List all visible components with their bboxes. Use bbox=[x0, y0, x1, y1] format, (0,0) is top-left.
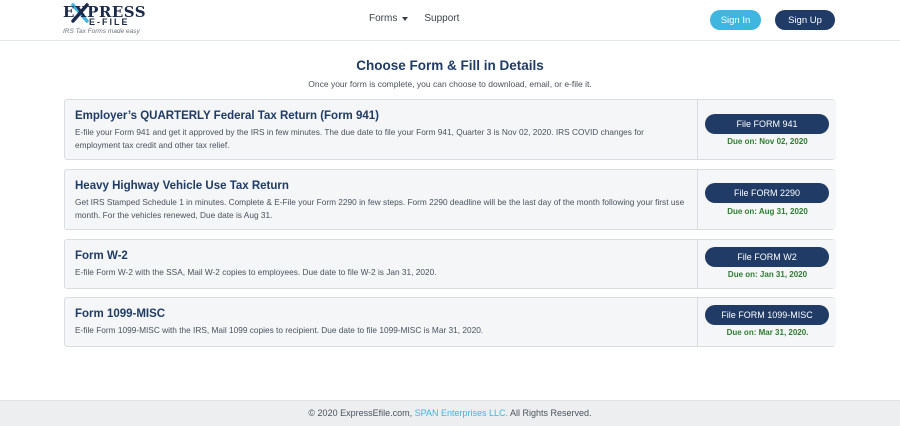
nav-forms-label: Forms bbox=[369, 13, 398, 24]
form-card-actions: File FORM 2290 Due on: Aug 31, 2020 bbox=[697, 170, 836, 229]
file-form-w2-button[interactable]: File FORM W2 bbox=[705, 247, 829, 267]
form-card-info: Heavy Highway Vehicle Use Tax Return Get… bbox=[65, 170, 697, 229]
form-card-actions: File FORM 941 Due on: Nov 02, 2020 bbox=[697, 100, 836, 159]
form-card-title: Form W-2 bbox=[75, 250, 128, 262]
due-date-label: Due on: Jan 31, 2020 bbox=[727, 270, 808, 279]
form-card-description: Get IRS Stamped Schedule 1 in minutes. C… bbox=[75, 197, 685, 220]
form-card-info: Form 1099-MISC E-file Form 1099-MISC wit… bbox=[65, 298, 697, 346]
form-card-title: Heavy Highway Vehicle Use Tax Return bbox=[75, 180, 289, 192]
footer-copyright: © 2020 ExpressEfile.com, bbox=[308, 408, 413, 418]
form-card-description: E-file Form 1099-MISC with the IRS, Mail… bbox=[75, 325, 484, 335]
form-card-info: Employer’s QUARTERLY Federal Tax Return … bbox=[65, 100, 697, 159]
page-footer: © 2020 ExpressEfile.com, SPAN Enterprise… bbox=[0, 400, 900, 426]
footer-rights: All Rights Reserved. bbox=[510, 408, 592, 418]
page-title: Choose Form & Fill in Details bbox=[356, 58, 544, 73]
form-card-actions: File FORM W2 Due on: Jan 31, 2020 bbox=[697, 240, 836, 288]
form-card-1099-misc: Form 1099-MISC E-file Form 1099-MISC wit… bbox=[64, 297, 836, 347]
sign-up-button[interactable]: Sign Up bbox=[775, 10, 835, 30]
top-header: EXPRESS E-FILE IRS Tax Forms made easy F… bbox=[0, 0, 900, 41]
nav-support-label: Support bbox=[424, 13, 460, 24]
logo-subtext: E-FILE bbox=[89, 17, 130, 27]
form-card-941: Employer’s QUARTERLY Federal Tax Return … bbox=[64, 99, 836, 160]
page-subtitle: Once your form is complete, you can choo… bbox=[308, 79, 592, 89]
main-nav: Forms Support bbox=[369, 13, 459, 24]
form-card-title: Form 1099-MISC bbox=[75, 308, 166, 320]
form-card-description: E-file your Form 941 and get it approved… bbox=[75, 127, 644, 150]
form-card-info: Form W-2 E-file Form W-2 with the SSA, M… bbox=[65, 240, 697, 288]
sign-in-button[interactable]: Sign In bbox=[710, 10, 761, 30]
due-date-label: Due on: Mar 31, 2020. bbox=[726, 328, 809, 337]
file-form-2290-button[interactable]: File FORM 2290 bbox=[705, 183, 829, 203]
form-card-title: Employer’s QUARTERLY Federal Tax Return … bbox=[75, 110, 379, 122]
caret-down-icon bbox=[402, 16, 409, 21]
file-form-1099-misc-button[interactable]: File FORM 1099-MISC bbox=[705, 305, 829, 325]
express-efile-logo[interactable]: EXPRESS E-FILE IRS Tax Forms made easy bbox=[63, 3, 146, 37]
due-date-label: Due on: Aug 31, 2020 bbox=[727, 207, 808, 216]
nav-forms-menu[interactable]: Forms bbox=[369, 13, 409, 24]
form-card-2290: Heavy Highway Vehicle Use Tax Return Get… bbox=[64, 169, 836, 230]
due-date-label: Due on: Nov 02, 2020 bbox=[727, 137, 808, 146]
form-card-description: E-file Form W-2 with the SSA, Mail W-2 c… bbox=[75, 267, 437, 277]
file-form-941-button[interactable]: File FORM 941 bbox=[705, 114, 829, 134]
footer-span-link[interactable]: SPAN Enterprises LLC. bbox=[415, 408, 508, 418]
nav-support-link[interactable]: Support bbox=[424, 13, 459, 24]
form-card-w2: Form W-2 E-file Form W-2 with the SSA, M… bbox=[64, 239, 836, 289]
form-card-actions: File FORM 1099-MISC Due on: Mar 31, 2020… bbox=[697, 298, 836, 346]
logo-tagline: IRS Tax Forms made easy bbox=[63, 28, 140, 35]
